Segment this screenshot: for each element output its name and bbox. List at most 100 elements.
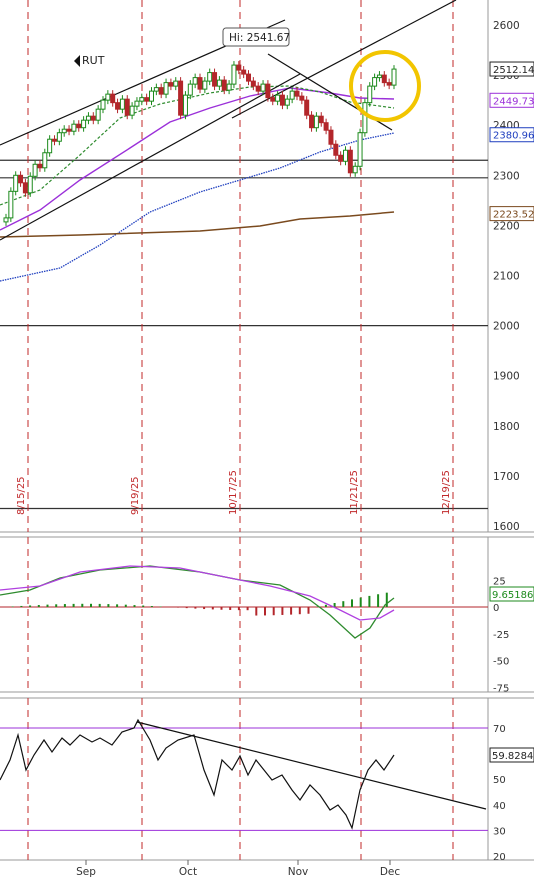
rsi-tick-label: 40 [493,801,506,812]
candle-body [284,98,290,106]
candle-body [333,143,339,156]
candle-body [197,77,203,90]
candle-body [357,132,363,167]
date-marker-label: 9/19/25 [130,476,141,515]
rsi-value-tag: 59.8284 [492,751,533,762]
price-tick-label: 2100 [493,271,520,283]
macd-tick-label: -75 [493,683,509,694]
candle-body [129,105,135,116]
candle-body [294,90,300,97]
candle-body [279,94,285,106]
date-marker-label: 10/17/25 [228,470,239,515]
x-axis-label: Sep [76,866,96,878]
candle-body [124,98,130,116]
candle-body [255,85,261,92]
candle-body [37,163,43,169]
candle-body [71,123,77,132]
candle-body [81,119,87,129]
rsi-tick-label: 20 [493,852,506,863]
candle-body [42,152,48,169]
macd-signal-line [0,565,395,621]
candle-body [178,80,184,116]
rsi-tick-label: 30 [493,826,506,837]
candle-body [260,83,266,92]
candle-body [85,115,91,121]
candle-body [144,97,150,102]
macd-line [0,565,395,639]
candle-body [163,82,169,95]
candle-body [3,217,9,223]
price-tick-label: 2000 [493,321,520,333]
rsi-panel: 70605040302059.8284SepOctNovDec [0,697,534,878]
candle-body [226,83,232,91]
x-axis-label: Nov [288,866,309,878]
macd-value-tag: 9.65186 [492,590,533,601]
candle-body [352,165,358,174]
candle-body [100,99,106,110]
candle-body [134,100,140,107]
candle-body [304,99,310,116]
candle-body [187,83,193,96]
candle-body [289,90,295,100]
candle-body [52,138,57,142]
candle-body [32,163,38,177]
candle-body [299,95,305,101]
candle-body [56,132,62,142]
candle-body [386,82,392,86]
date-marker-label: 12/19/25 [441,470,452,515]
candle-body [110,93,116,104]
macd-tick-label: 0 [493,603,499,614]
rsi-trend-line [136,721,487,810]
price-tag: 2380.96 [493,131,534,142]
candle-body [212,72,218,87]
candle-body [381,74,387,84]
candle-body [182,94,188,116]
price-tag: 2449.73 [493,96,534,107]
candle-body [13,174,19,192]
candle-body [158,87,164,95]
candle-body [119,98,125,110]
candle-body [216,79,222,87]
candle-body [275,94,281,102]
macd-panel: 25 0 -25 -50 -75 9.65186 [0,536,534,694]
price-tag: 2512.14 [493,65,534,76]
candle-body [90,115,96,121]
price-tag: 2223.52 [493,210,534,221]
candle-body [270,97,276,102]
price-panel: 1600170018001900200021002200230024002500… [0,0,534,533]
x-axis-label: Dec [380,866,401,878]
macd-tick-label: 25 [493,576,506,587]
date-marker-label: 11/21/25 [349,470,360,515]
candle-body [265,83,271,99]
candle-body [362,102,368,134]
rsi-tick-label: 70 [493,724,506,735]
price-tick-label: 1700 [493,471,520,483]
price-tick-label: 1800 [493,421,520,433]
price-tick-label: 1600 [493,521,520,533]
candle-body [376,74,382,79]
candle-body [221,79,227,91]
price-tick-label: 1900 [493,371,520,383]
x-axis-label: Oct [179,866,197,878]
candle-body [246,73,251,82]
candle-body [173,80,179,87]
candle-body [318,115,324,124]
candle-body [139,97,145,102]
candle-body [391,68,397,86]
date-marker-label: 8/15/25 [16,476,27,515]
hi-label: Hi: 2541.67 [229,32,290,44]
candle-body [347,149,353,174]
candle-body [231,64,237,85]
candle-body [149,90,154,102]
candle-body [47,138,53,154]
symbol-label: RUT [82,54,105,67]
price-tick-label: 2300 [493,170,520,182]
candle-body [115,102,121,110]
candle-body [105,93,111,101]
price-tick-label: 2600 [493,20,520,32]
candle-body [18,174,24,184]
macd-tick-label: -50 [493,657,509,668]
candle-body [323,122,329,131]
macd-tick-label: -25 [493,630,509,641]
rsi-tick-label: 50 [493,775,506,786]
